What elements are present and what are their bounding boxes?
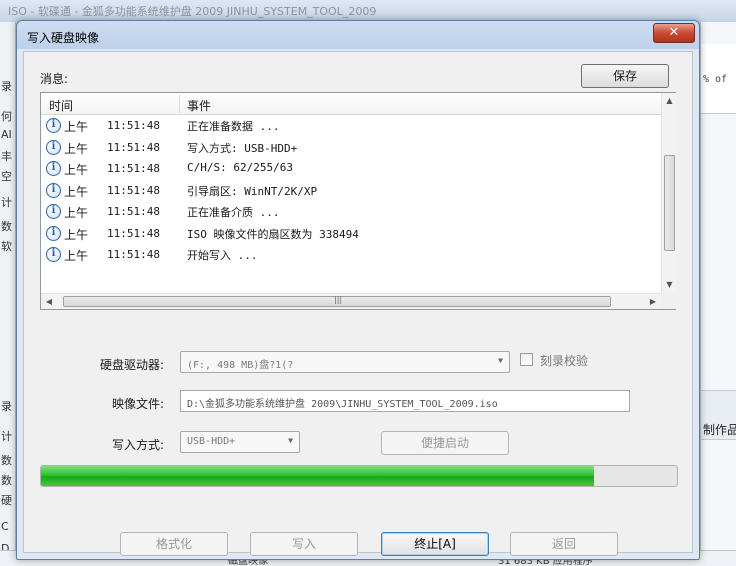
log-time: 11:51:48 xyxy=(107,205,160,218)
log-time: 11:51:48 xyxy=(107,226,160,240)
vertical-scrollbar[interactable]: ▲ ▼ xyxy=(661,93,676,293)
vertical-scroll-thumb[interactable] xyxy=(664,155,675,251)
log-time: 11:51:48 xyxy=(107,140,160,154)
log-row[interactable]: i 上午 11:51:48 引导扇区: WinNT/2K/XP xyxy=(41,180,661,202)
message-log-list[interactable]: 时间 事件 i 上午 11:51:48 正在准备数据 ... i 上午 11:5… xyxy=(40,92,676,310)
drive-select[interactable]: (F:, 498 MB)盘?1(? ▼ xyxy=(180,351,510,373)
image-file-value: D:\金狐多功能系统维护盘 2009\JINHU_SYSTEM_TOOL_200… xyxy=(187,399,498,410)
stop-button[interactable]: 终止[A] xyxy=(381,532,489,556)
log-row[interactable]: i 上午 11:51:48 ISO 映像文件的扇区数为 338494 xyxy=(41,223,661,245)
scroll-grip-icon: ||| xyxy=(334,295,343,304)
log-ampm: 上午 xyxy=(64,120,89,134)
log-event: C/H/S: 62/255/63 xyxy=(187,161,293,174)
verify-checkbox[interactable] xyxy=(520,353,533,366)
log-ampm: 上午 xyxy=(64,249,89,263)
background-right-header: 制作品 xyxy=(701,390,736,440)
close-button[interactable]: ✕ xyxy=(653,23,695,43)
log-time: 11:51:48 xyxy=(107,248,160,261)
chevron-down-icon[interactable]: ▼ xyxy=(498,356,503,365)
info-icon: i xyxy=(46,182,61,198)
background-window-title: ISO - 软碟通 - 金狐多功能系统维护盘 2009 JINHU_SYSTEM… xyxy=(0,0,736,22)
log-ampm: 上午 xyxy=(64,141,89,156)
bg-left-char: 数 xyxy=(1,220,12,233)
log-time: 11:51:48 xyxy=(107,162,160,175)
log-time: 11:51:48 xyxy=(107,119,160,132)
log-header: 时间 事件 xyxy=(41,93,661,115)
column-separator[interactable] xyxy=(179,95,180,113)
bg-left-char: 软 xyxy=(1,240,12,253)
save-button[interactable]: 保存 xyxy=(581,64,669,88)
bg-left-char: 何 xyxy=(1,110,12,123)
log-row[interactable]: i 上午 11:51:48 开始写入 ... xyxy=(41,244,661,266)
bg-left-char: AI xyxy=(1,128,12,141)
image-file-label: 映像文件: xyxy=(111,397,164,411)
log-ampm: 上午 xyxy=(64,184,89,199)
column-header-time[interactable]: 时间 xyxy=(49,97,73,114)
log-event: 写入方式: USB-HDD+ xyxy=(187,141,298,155)
progress-fill xyxy=(41,466,595,486)
background-right-list: % of xyxy=(701,44,736,114)
background-right-label: 制作品 xyxy=(703,423,736,437)
info-icon: i xyxy=(46,247,61,262)
messages-label: 消息: xyxy=(40,72,69,86)
bg-left-char: 空 xyxy=(1,170,12,183)
log-ampm: 上午 xyxy=(64,163,89,177)
dialog-client-area: 消息: 保存 时间 事件 i 上午 11:51:48 正在准备数据 ... i … xyxy=(23,51,693,556)
log-row[interactable]: i 上午 11:51:48 正在准备介质 ... xyxy=(41,201,661,223)
info-icon: i xyxy=(46,225,61,241)
close-icon: ✕ xyxy=(668,25,680,40)
verify-label[interactable]: 刻录校验 xyxy=(540,352,588,369)
chevron-down-icon[interactable]: ▼ xyxy=(288,436,293,445)
write-mode-select[interactable]: USB-HDD+ ▼ xyxy=(180,431,300,453)
log-rows: i 上午 11:51:48 正在准备数据 ... i 上午 11:51:48 写… xyxy=(41,115,661,266)
bg-left-char: 丰 xyxy=(1,150,12,163)
background-right-panel: % of 制作品 xyxy=(700,22,736,566)
back-button[interactable]: 返回 xyxy=(510,532,618,556)
log-event: 正在准备介质 ... xyxy=(187,206,280,219)
bg-left-char: 计 xyxy=(1,196,12,209)
write-button[interactable]: 写入 xyxy=(250,532,358,556)
write-disk-image-dialog: 写入硬盘映像 ✕ 消息: 保存 时间 事件 i 上午 11:51:48 正在准备… xyxy=(16,20,700,560)
info-icon: i xyxy=(46,161,61,176)
drive-value: (F:, 498 MB)盘?1(? xyxy=(187,360,294,371)
horizontal-scroll-thumb[interactable]: ||| xyxy=(63,295,611,307)
bg-left-char: 录 xyxy=(1,400,12,413)
column-header-event[interactable]: 事件 xyxy=(187,97,211,114)
dialog-title: 写入硬盘映像 xyxy=(27,31,100,45)
info-icon: i xyxy=(46,139,61,155)
info-icon: i xyxy=(46,118,61,133)
scroll-up-arrow-icon[interactable]: ▲ xyxy=(662,93,677,109)
log-event: 引导扇区: WinNT/2K/XP xyxy=(187,184,318,198)
background-left-panel: 录 何 AI 丰 空 计 数 软 录 计 数 数 硬 C D xyxy=(0,22,16,566)
horizontal-scrollbar[interactable]: ◀ ||| ▶ xyxy=(41,293,661,309)
info-icon: i xyxy=(46,204,61,219)
write-mode-value: USB-HDD+ xyxy=(187,436,236,447)
bg-left-char: 录 xyxy=(1,80,12,93)
log-row[interactable]: i 上午 11:51:48 写入方式: USB-HDD+ xyxy=(41,137,661,159)
format-button[interactable]: 格式化 xyxy=(120,532,228,556)
bg-left-char: 数 xyxy=(1,474,12,487)
bg-left-char: 硬 xyxy=(1,494,12,507)
scroll-down-arrow-icon[interactable]: ▼ xyxy=(662,277,677,293)
write-progress-bar xyxy=(40,465,678,487)
log-row[interactable]: i 上午 11:51:48 C/H/S: 62/255/63 xyxy=(41,158,661,180)
log-ampm: 上午 xyxy=(64,227,89,242)
write-mode-label: 写入方式: xyxy=(111,438,164,452)
log-event: 开始写入 ... xyxy=(187,249,258,262)
bg-left-char: C xyxy=(1,520,9,533)
log-ampm: 上午 xyxy=(64,206,89,220)
quick-boot-button[interactable]: 便捷启动 xyxy=(381,431,509,455)
bg-left-char: 计 xyxy=(1,430,12,443)
background-percent-text: % of xyxy=(703,74,728,85)
log-event: ISO 映像文件的扇区数为 338494 xyxy=(187,227,359,241)
log-event: 正在准备数据 ... xyxy=(187,120,280,133)
log-row[interactable]: i 上午 11:51:48 正在准备数据 ... xyxy=(41,115,661,137)
scroll-right-arrow-icon[interactable]: ▶ xyxy=(645,294,661,310)
image-file-field[interactable]: D:\金狐多功能系统维护盘 2009\JINHU_SYSTEM_TOOL_200… xyxy=(180,390,630,412)
drive-label: 硬盘驱动器: xyxy=(99,358,164,372)
scroll-left-arrow-icon[interactable]: ◀ xyxy=(41,294,57,310)
scrollbar-corner xyxy=(661,293,676,309)
bg-left-char: 数 xyxy=(1,454,12,467)
log-time: 11:51:48 xyxy=(107,183,160,197)
